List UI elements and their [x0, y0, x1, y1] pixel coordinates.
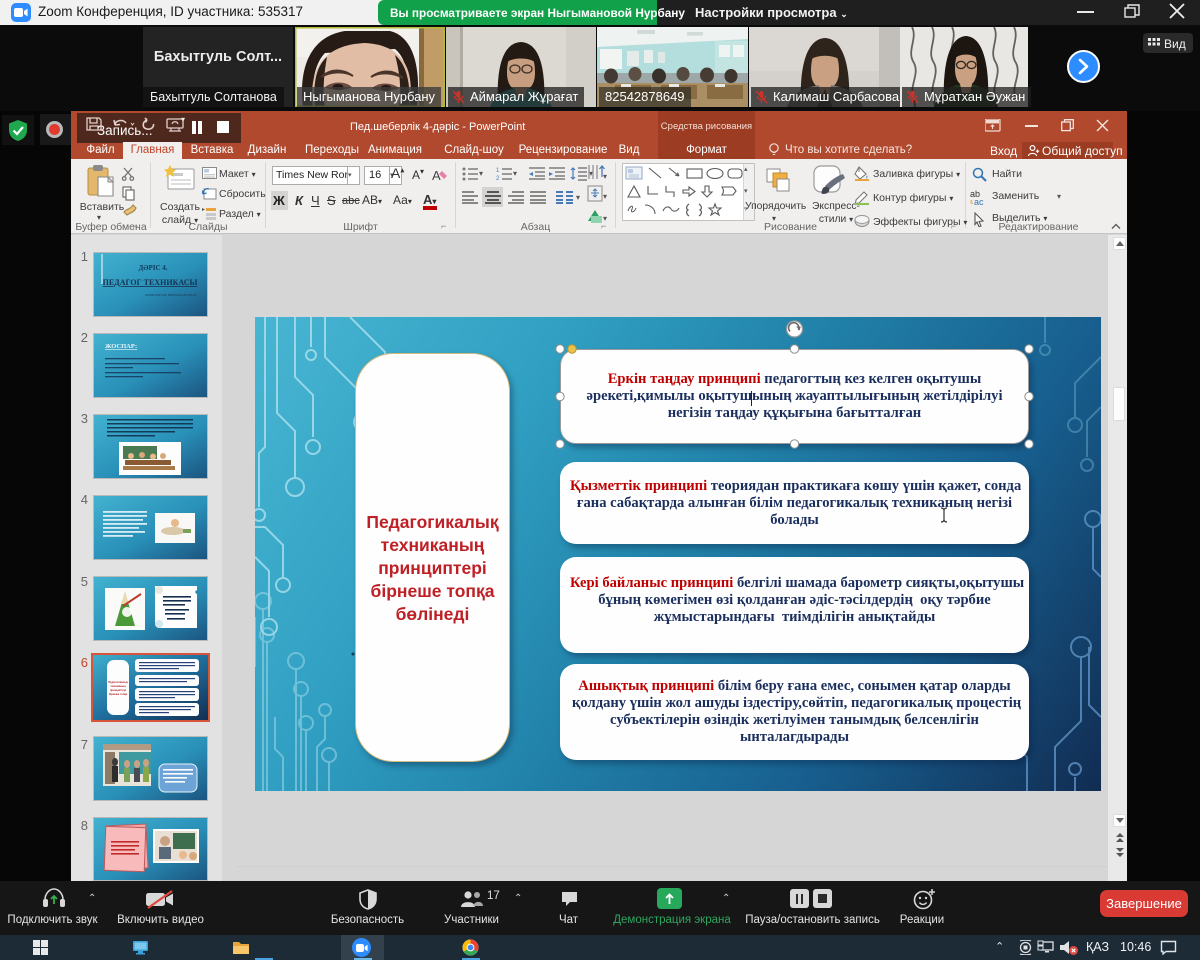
svg-text:ПЕДАГОГ ТЕХНИКАСЫ: ПЕДАГОГ ТЕХНИКАСЫ [103, 278, 198, 287]
svg-text:▾: ▾ [603, 192, 607, 201]
svg-text:1: 1 [496, 168, 500, 174]
svg-text:принциптері: принциптері [110, 688, 126, 692]
svg-text:ОРЫНДАҒАН: НЫҒЫМАНОВА Н.: ОРЫНДАҒАН: НЫҒЫМАНОВА Н. [145, 293, 198, 297]
svg-text:бірнеше топқа: бірнеше топқа [109, 692, 128, 696]
svg-text:А: А [432, 168, 441, 183]
svg-text:ДӘРІС 4.: ДӘРІС 4. [138, 264, 167, 272]
svg-text:▾: ▾ [603, 172, 607, 181]
svg-text:ЖОСПАР:: ЖОСПАР: [105, 343, 137, 350]
svg-text:техниканың: техниканың [110, 685, 126, 688]
svg-text:Педагогикалық: Педагогикалық [108, 680, 128, 684]
svg-text:ac: ac [974, 197, 984, 206]
svg-text:2: 2 [496, 176, 500, 181]
